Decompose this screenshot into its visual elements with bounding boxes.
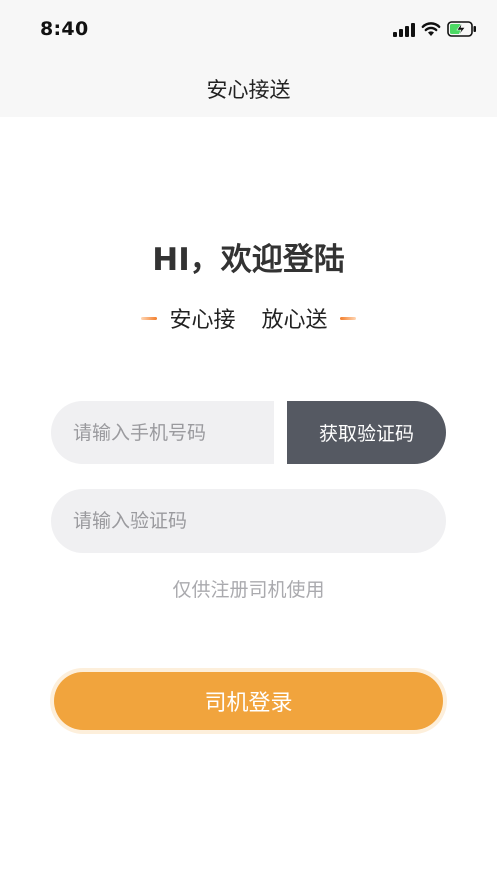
status-time: 8:40	[40, 18, 89, 40]
cellular-signal-icon	[393, 22, 415, 41]
phone-input[interactable]	[51, 401, 274, 464]
driver-login-button[interactable]: 司机登录	[54, 672, 443, 730]
page-title: 安心接送	[206, 78, 291, 102]
status-icons	[393, 21, 477, 41]
phone-field	[51, 401, 274, 464]
battery-charging-icon	[447, 21, 477, 41]
driver-only-note: 仅供注册司机使用	[172, 579, 325, 601]
slogan-left-text: 安心接	[169, 308, 236, 333]
code-field	[51, 489, 446, 553]
wifi-icon	[421, 21, 441, 41]
slogan-right-dash	[339, 316, 356, 320]
get-code-button[interactable]: 获取验证码	[287, 401, 446, 464]
slogan-right-text: 放心送	[261, 308, 328, 333]
welcome-heading: HI，欢迎登陆	[152, 242, 345, 278]
top-bar: 8:40 安心接送	[0, 0, 497, 117]
slogan-left-dash	[141, 316, 158, 320]
slogan: 安心接 放心送	[0, 302, 497, 334]
verification-code-input[interactable]	[51, 489, 446, 553]
